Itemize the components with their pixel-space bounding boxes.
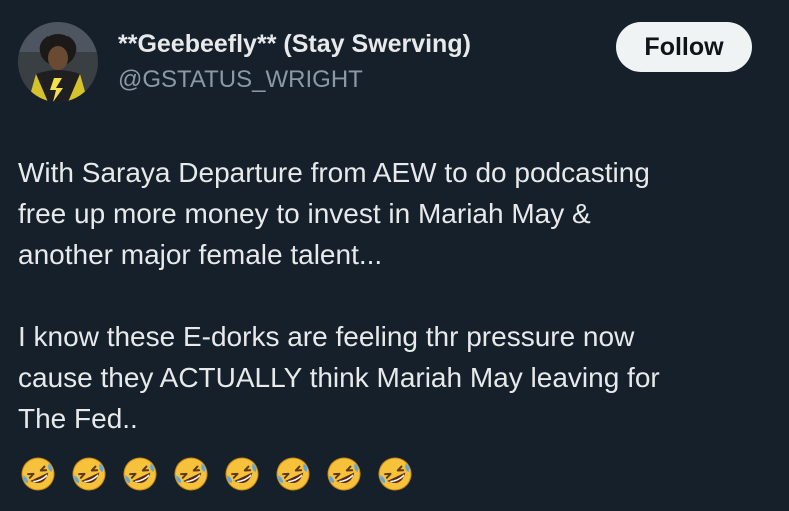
tweet-text-line: I know these E-dorks are feeling thr pre… (18, 321, 635, 352)
emoji-row (20, 456, 428, 496)
tweet-text-line: free up more money to invest in Mariah M… (18, 198, 591, 229)
author-avatar[interactable] (18, 22, 98, 102)
rolling-on-the-floor-laughing-icon (72, 457, 106, 491)
author-display-name[interactable]: **Geebeefly** (Stay Swerving) (118, 30, 471, 59)
rolling-on-the-floor-laughing-icon (174, 457, 208, 491)
tweet-text-line: With Saraya Departure from AEW to do pod… (18, 157, 650, 188)
rolling-on-the-floor-laughing-icon (327, 457, 361, 491)
tweet-text-line: cause they ACTUALLY think Mariah May lea… (18, 362, 660, 393)
tweet-card: **Geebeefly** (Stay Swerving) @GSTATUS_W… (0, 0, 789, 511)
rolling-on-the-floor-laughing-icon (225, 457, 259, 491)
tweet-text-line: another major female talent... (18, 239, 383, 270)
author-handle[interactable]: @GSTATUS_WRIGHT (118, 66, 363, 94)
rolling-on-the-floor-laughing-icon (276, 457, 310, 491)
tweet-text-blank-line (18, 275, 778, 316)
rolling-on-the-floor-laughing-icon (21, 457, 55, 491)
rolling-on-the-floor-laughing-icon (378, 457, 412, 491)
follow-button[interactable]: Follow (616, 22, 752, 72)
tweet-text-line: The Fed.. (18, 403, 138, 434)
avatar-image-icon (18, 22, 98, 102)
tweet-text: With Saraya Departure from AEW to do pod… (18, 152, 778, 439)
rolling-on-the-floor-laughing-icon (123, 457, 157, 491)
